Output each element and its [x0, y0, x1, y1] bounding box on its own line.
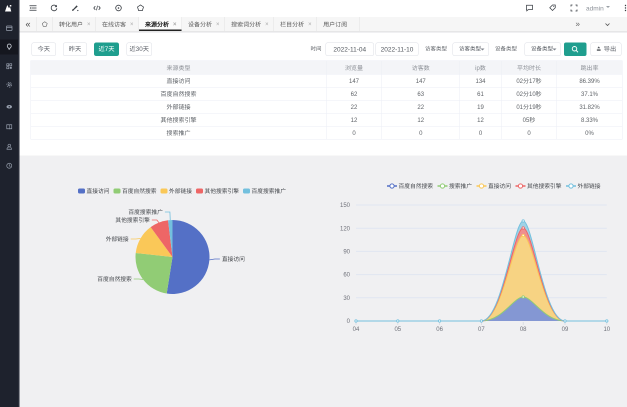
svg-text:08: 08	[520, 327, 527, 333]
svg-text:120: 120	[340, 226, 351, 232]
svg-text:07: 07	[478, 327, 485, 333]
svg-text:0: 0	[347, 319, 351, 325]
svg-text:06: 06	[436, 327, 443, 333]
svg-text:直接访问: 直接访问	[87, 188, 110, 195]
svg-text:其他搜索引擎: 其他搜索引擎	[205, 188, 240, 195]
svg-text:直接访问: 直接访问	[488, 183, 511, 190]
svg-text:外部链接: 外部链接	[106, 236, 129, 243]
svg-text:百度自然搜索: 百度自然搜索	[122, 188, 157, 195]
svg-text:百度搜索推广: 百度搜索推广	[128, 209, 163, 216]
svg-text:90: 90	[343, 249, 350, 255]
svg-text:外部链接: 外部链接	[169, 188, 192, 195]
svg-text:百度自然搜索: 百度自然搜索	[399, 183, 434, 190]
svg-text:05: 05	[394, 327, 401, 333]
svg-text:百度自然搜索: 百度自然搜索	[97, 276, 132, 283]
svg-text:其他搜索引擎: 其他搜索引擎	[115, 217, 150, 224]
svg-text:直接访问: 直接访问	[222, 256, 245, 263]
svg-text:搜索推广: 搜索推广	[449, 183, 472, 190]
svg-text:150: 150	[340, 203, 351, 209]
svg-text:外部链接: 外部链接	[578, 183, 601, 190]
svg-text:10: 10	[603, 327, 610, 333]
svg-text:30: 30	[343, 296, 350, 302]
svg-text:百度搜索推广: 百度搜索推广	[252, 188, 287, 195]
svg-text:04: 04	[353, 327, 360, 333]
svg-text:09: 09	[562, 327, 569, 333]
svg-text:60: 60	[343, 273, 350, 279]
svg-text:其他搜索引擎: 其他搜索引擎	[527, 183, 562, 190]
